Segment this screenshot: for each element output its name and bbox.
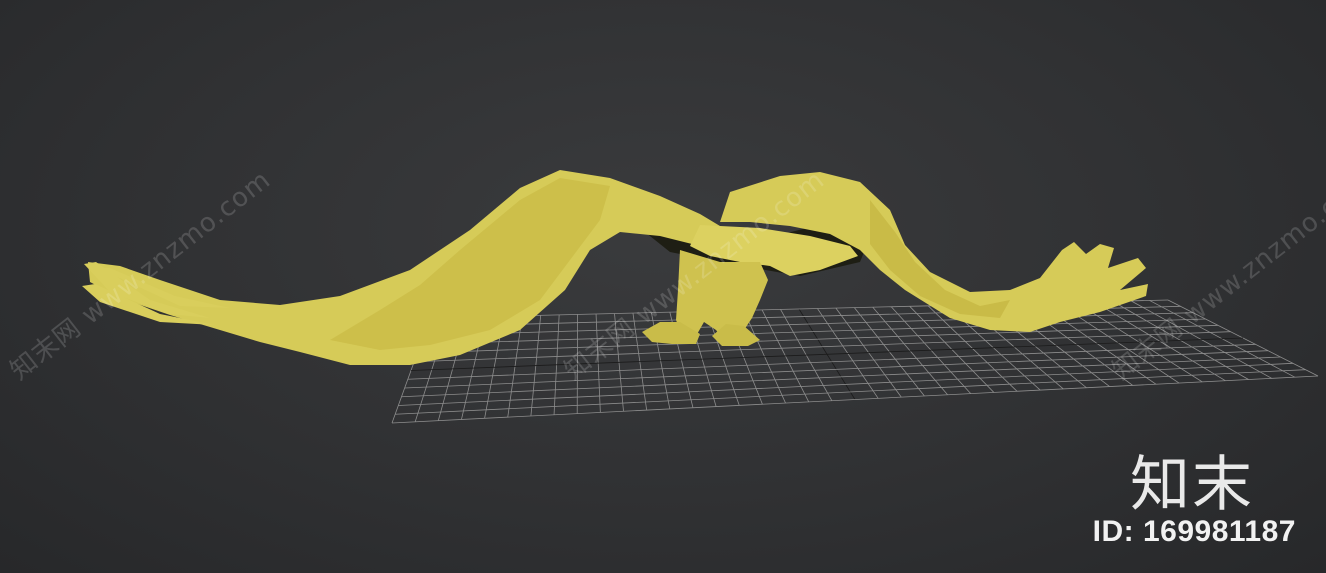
model-id-label: ID: 169981187 (1092, 515, 1296, 548)
grid-line (420, 318, 1206, 345)
brand-logo: 知末 (1130, 450, 1254, 520)
grid-line (417, 324, 1219, 354)
3d-viewport[interactable]: 知末网 www.znzmo.com 知末网 www.znzmo.com 知末网 … (0, 0, 1326, 573)
